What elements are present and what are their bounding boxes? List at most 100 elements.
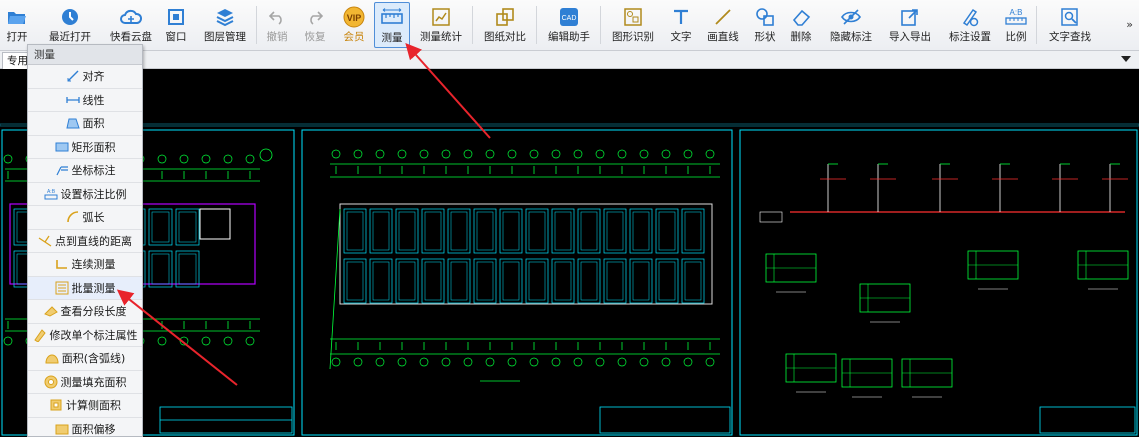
axis-bubble bbox=[397, 357, 407, 367]
undo-button[interactable]: 撤销 bbox=[264, 2, 290, 48]
import-export-button[interactable]: 导入导出 bbox=[884, 2, 936, 48]
measure-dropdown-panel: 测量 对齐 线性 面积 矩形面积 坐标标注 A:B 设置标注比例 弧长 点到直线… bbox=[27, 44, 143, 437]
axis-bubble bbox=[441, 357, 451, 367]
room-cell bbox=[551, 208, 575, 254]
axis-bubble bbox=[485, 357, 495, 367]
vip-button[interactable]: VIP 会员 bbox=[340, 2, 368, 48]
layer-manager-label: 图层管理 bbox=[204, 31, 246, 43]
menu-item-label: 查看分段长度 bbox=[60, 305, 127, 319]
room-cell bbox=[577, 258, 601, 304]
menu-item-fill-area[interactable]: 测量填充面积 bbox=[28, 371, 142, 394]
text-search-button[interactable]: 文字查找 bbox=[1044, 2, 1096, 48]
linear-icon bbox=[65, 93, 80, 107]
menu-item-label: 面积 bbox=[82, 117, 105, 131]
history-icon bbox=[58, 5, 82, 29]
measure-stats-button[interactable]: 测量统计 bbox=[416, 2, 466, 48]
continuous-measure-icon bbox=[55, 257, 69, 271]
delete-button[interactable]: 删除 bbox=[788, 2, 814, 48]
measure-label: 测量 bbox=[381, 32, 403, 44]
scale-setting-badge: A:B bbox=[46, 189, 55, 195]
redo-label: 恢复 bbox=[304, 31, 326, 43]
toolbar-more-button[interactable]: » bbox=[1126, 18, 1133, 31]
open-button[interactable]: 打开 bbox=[4, 2, 30, 48]
menu-item-linear[interactable]: 线性 bbox=[28, 89, 142, 112]
room-cell bbox=[525, 258, 549, 304]
draw-line-button[interactable]: 画直线 bbox=[704, 2, 742, 48]
room-cell bbox=[421, 258, 445, 304]
draw-line-label: 画直线 bbox=[707, 31, 739, 43]
room-cell bbox=[175, 208, 200, 246]
toolbar-separator bbox=[1036, 6, 1037, 44]
measure-stats-icon bbox=[429, 5, 453, 29]
edit-assistant-label: 编辑助手 bbox=[548, 31, 590, 43]
shape-recognize-button[interactable]: 图形识别 bbox=[608, 2, 658, 48]
hide-annotation-button[interactable]: 隐藏标注 bbox=[826, 2, 876, 48]
menu-item-side-area[interactable]: 计算侧面积 bbox=[28, 394, 142, 418]
annotation-settings-button[interactable]: 标注设置 bbox=[944, 2, 996, 48]
menu-item-area[interactable]: 面积 bbox=[28, 112, 142, 136]
text-search-label: 文字查找 bbox=[1049, 31, 1091, 43]
menu-item-rect-area[interactable]: 矩形面积 bbox=[28, 136, 142, 159]
menu-item-edit-annotation[interactable]: 修改单个标注属性 bbox=[28, 324, 142, 347]
axis-bubble bbox=[397, 149, 407, 159]
room-cell bbox=[343, 208, 367, 254]
menu-item-label: 坐标标注 bbox=[71, 164, 116, 178]
open-label: 打开 bbox=[6, 31, 28, 43]
scale-button[interactable]: A:B 比例 bbox=[1002, 2, 1030, 48]
menu-item-point-line-distance[interactable]: 点到直线的距离 bbox=[28, 230, 142, 253]
text-icon bbox=[669, 5, 693, 29]
recent-open-label: 最近打开 bbox=[49, 31, 91, 43]
axis-bubble bbox=[485, 149, 495, 159]
axis-bubble bbox=[507, 149, 517, 159]
menu-item-segment-length[interactable]: 查看分段长度 bbox=[28, 300, 142, 324]
menu-item-scale-setting[interactable]: A:B 设置标注比例 bbox=[28, 183, 142, 206]
vip-badge-text: VIP bbox=[347, 13, 362, 23]
delete-label: 删除 bbox=[790, 31, 812, 43]
layer-manager-button[interactable]: 图层管理 bbox=[200, 2, 250, 48]
axis-bubble bbox=[201, 154, 211, 164]
window-button[interactable]: 窗口 bbox=[162, 2, 190, 48]
menu-item-label: 线性 bbox=[82, 93, 105, 107]
drawing-canvas[interactable] bbox=[0, 69, 1139, 437]
measure-button[interactable]: 测量 bbox=[374, 2, 410, 48]
menu-item-align[interactable]: 对齐 bbox=[28, 65, 142, 89]
section-detail bbox=[967, 250, 1019, 290]
compare-icon bbox=[493, 5, 517, 29]
menu-item-continuous-measure[interactable]: 连续测量 bbox=[28, 253, 142, 277]
tab-list-dropdown-icon[interactable] bbox=[1121, 56, 1131, 62]
menu-item-arc-area[interactable]: 面积(含弧线) bbox=[28, 347, 142, 371]
axis-bubble bbox=[683, 149, 693, 159]
detail-drawings bbox=[759, 163, 1136, 434]
menu-item-area-offset[interactable]: 面积偏移 bbox=[28, 418, 142, 437]
measure-stats-label: 测量统计 bbox=[420, 31, 462, 43]
shape-button[interactable]: 形状 bbox=[752, 2, 778, 48]
recent-open-button[interactable]: 最近打开 bbox=[44, 2, 96, 48]
section-detail bbox=[901, 358, 953, 398]
room-cell bbox=[629, 258, 653, 304]
room-cell bbox=[421, 208, 445, 254]
axis-bubble bbox=[353, 149, 363, 159]
cloud-drive-button[interactable]: 快看云盘 bbox=[105, 2, 157, 48]
edit-assistant-icon: CAD bbox=[557, 5, 581, 29]
compare-button[interactable]: 图纸对比 bbox=[480, 2, 530, 48]
text-button[interactable]: 文字 bbox=[668, 2, 694, 48]
room-cell bbox=[603, 208, 627, 254]
edit-assistant-button[interactable]: CAD 编辑助手 bbox=[544, 2, 594, 48]
shape-recognize-icon bbox=[621, 5, 645, 29]
axis-bubble bbox=[639, 149, 649, 159]
axis-bubble bbox=[157, 154, 167, 164]
redo-button[interactable]: 恢复 bbox=[302, 2, 328, 48]
menu-item-label: 计算侧面积 bbox=[66, 399, 121, 413]
compare-label: 图纸对比 bbox=[484, 31, 526, 43]
axis-bubble bbox=[551, 149, 561, 159]
shape-label: 形状 bbox=[754, 31, 776, 43]
cloud-drive-label: 快看云盘 bbox=[110, 31, 152, 43]
axis-bubble bbox=[661, 149, 671, 159]
menu-item-arc-length[interactable]: 弧长 bbox=[28, 206, 142, 230]
menu-item-coordinate[interactable]: 坐标标注 bbox=[28, 159, 142, 183]
axis-bubble bbox=[3, 336, 13, 346]
title-block-left bbox=[159, 406, 293, 434]
axis-bubble bbox=[245, 154, 255, 164]
menu-item-batch-measure[interactable]: 批量测量 bbox=[28, 276, 142, 300]
axis-bubble bbox=[595, 357, 605, 367]
